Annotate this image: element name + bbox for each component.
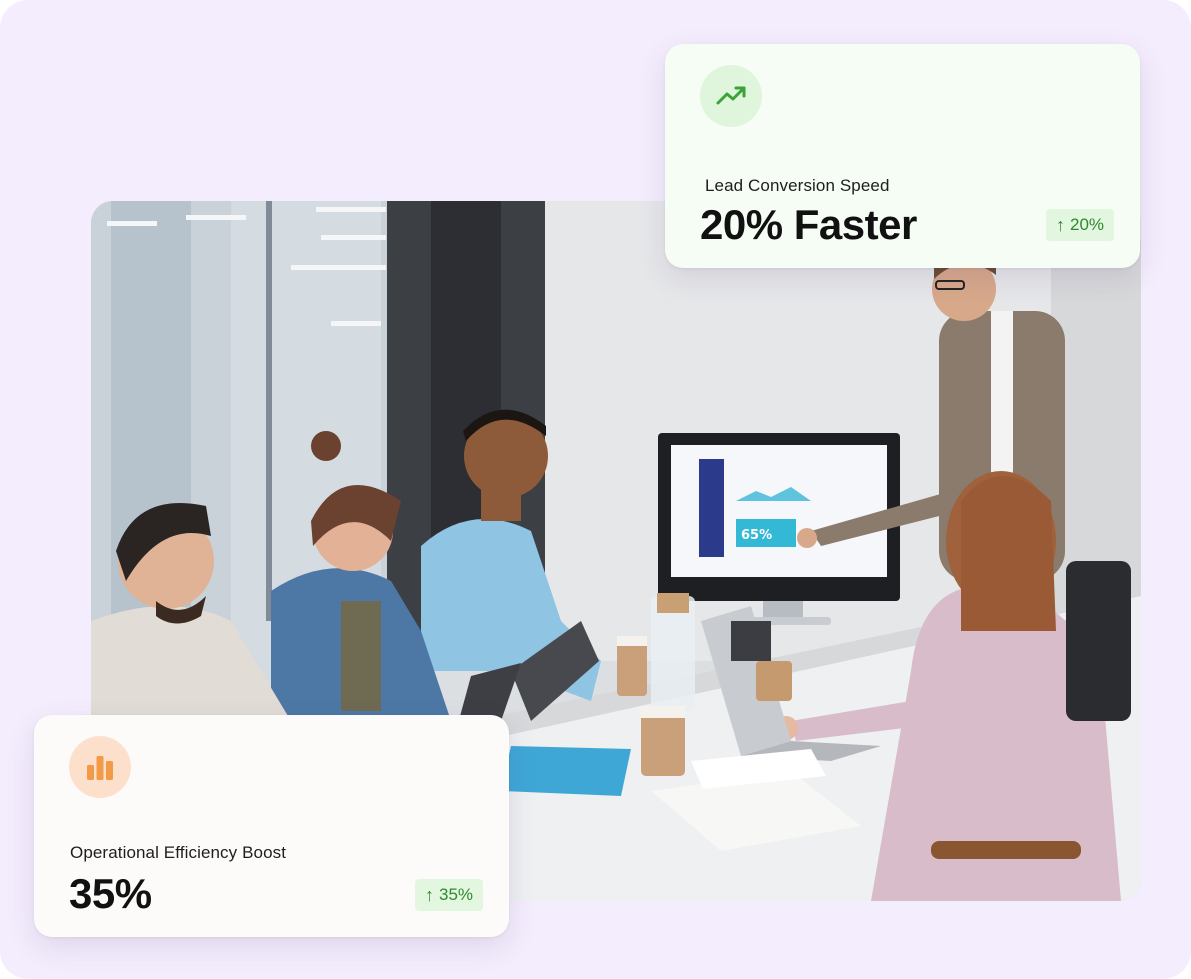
arrow-up-icon: ↑ — [1056, 215, 1065, 235]
growth-badge: ↑ 35% — [415, 879, 484, 911]
trending-up-icon — [700, 65, 762, 127]
card-value: 35% — [69, 870, 152, 917]
bar-chart-icon — [69, 736, 131, 798]
badge-value: 20% — [1070, 215, 1105, 234]
operational-efficiency-card: Operational Efficiency Boost 35% ↑ 35% — [34, 715, 509, 937]
card-label: Operational Efficiency Boost — [70, 843, 287, 862]
card-value: 20% Faster — [700, 201, 917, 248]
hero-frame: 65% Lead Conversion Speed 20% Faster ↑ 2… — [0, 0, 1191, 979]
growth-badge: ↑ 20% — [1046, 209, 1115, 241]
badge-value: 35% — [439, 885, 474, 904]
card-label: Lead Conversion Speed — [705, 176, 890, 195]
lead-conversion-card: Lead Conversion Speed 20% Faster ↑ 20% — [665, 44, 1140, 268]
arrow-up-icon: ↑ — [425, 885, 434, 905]
monitor-text: 65% — [741, 528, 772, 543]
